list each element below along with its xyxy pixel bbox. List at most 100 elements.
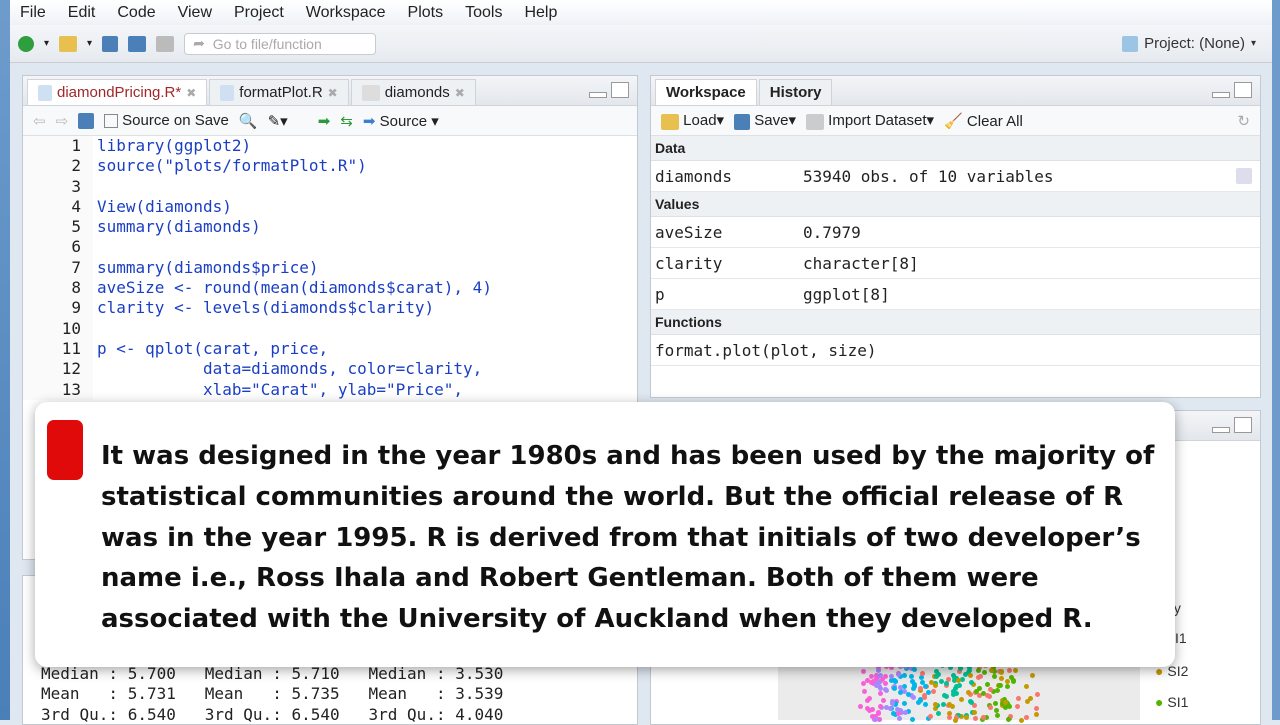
plot-point [987,704,993,710]
plot-point [933,674,939,680]
go-to-file-input[interactable]: ➦ Go to file/function [184,32,377,55]
menu-edit[interactable]: Edit [68,4,96,22]
menu-workspace[interactable]: Workspace [306,4,386,22]
menu-file[interactable]: File [20,4,46,22]
r-project-icon [1122,35,1139,52]
plot-point [1034,692,1040,698]
line-number: 5 [23,217,93,238]
menu-code[interactable]: Code [117,4,155,22]
workspace-row[interactable]: clarity character[8] [651,248,1260,279]
plot-point [902,688,908,694]
code-line[interactable]: 4 View(diamonds) [23,196,637,218]
run-line-icon[interactable]: ➡ [318,112,331,130]
menu-view[interactable]: View [178,4,212,22]
plot-point [1033,706,1039,712]
code-line[interactable]: 13 xlab="Carat", ylab="Price", [23,379,637,400]
menu-plots[interactable]: Plots [408,4,444,22]
forward-icon[interactable]: ⇨ [56,112,69,130]
code-text: clarity <- levels(diamonds$clarity) [97,298,435,318]
code-line[interactable]: 11 p <- qplot(carat, price, [23,338,637,360]
save-icon [734,113,751,130]
folder-icon [661,113,679,130]
window-controls[interactable] [1212,417,1252,433]
section-values: Values [651,192,1260,217]
code-line[interactable]: 5 summary(diamonds) [23,217,637,238]
source-on-save-checkbox[interactable]: Source on Save [104,112,229,129]
section-functions: Functions [651,310,1260,335]
tab-workspace[interactable]: Workspace [655,79,757,105]
code-line[interactable]: 1 library(ggplot2) [23,136,637,157]
menu-project[interactable]: Project [234,4,284,22]
code-editor[interactable]: 1 library(ggplot2) 2 source("plots/formatPl… [23,136,637,400]
code-text: View(diamonds) [97,196,232,216]
plot-point [897,690,903,696]
save-all-icon[interactable] [128,35,147,52]
code-line[interactable]: 3 [23,176,637,197]
plot-point [1018,717,1024,723]
new-file-icon[interactable] [18,35,34,52]
plot-point [912,666,918,672]
red-marker [47,420,83,480]
close-icon[interactable]: ✖ [455,86,465,100]
plot-point [921,692,927,698]
plot-point [968,679,974,685]
console-line: 3rd Qu.: 6.540 3rd Qu.: 6.540 3rd Qu.: 4… [41,704,504,724]
minimize-icon [1212,427,1230,433]
plot-point [1010,677,1016,683]
save-icon[interactable] [78,112,95,129]
rerun-icon[interactable]: ⇆ [340,112,353,130]
code-line[interactable]: 12 data=diamonds, color=clarity, [23,359,637,380]
plot-point [861,669,867,675]
plot-point [877,690,883,696]
refresh-icon[interactable]: ↻ [1237,112,1250,130]
search-icon[interactable]: 🔍 [239,112,258,130]
workspace-pane: Workspace History Load▾ Save▾ Import Dat… [650,75,1261,398]
minimize-icon [1212,92,1230,98]
import-dataset-button[interactable]: Import Dataset▾ [805,111,934,130]
open-folder-icon[interactable] [59,35,78,52]
magic-wand-icon[interactable]: ✎▾ [268,112,288,130]
workspace-row[interactable]: format.plot(plot, size) [651,335,1260,366]
save-button[interactable]: Save▾ [734,111,796,130]
tab-formatplot[interactable]: formatPlot.R ✖ [209,79,349,105]
back-icon[interactable]: ⇦ [33,112,46,130]
code-line[interactable]: 2 source("plots/formatPlot.R") [23,156,637,177]
code-line[interactable]: 6 [23,237,637,258]
window-controls[interactable] [589,82,629,98]
plot-point [916,700,922,706]
code-line[interactable]: 9 clarity <- levels(diamonds$clarity) [23,298,637,319]
workspace-row[interactable]: diamonds 53940 obs. of 10 variables [651,161,1260,192]
tab-diamonds[interactable]: diamonds ✖ [350,79,476,105]
plot-point [908,673,914,679]
save-icon[interactable] [102,35,119,52]
source-toolbar: ⇦ ⇨ Source on Save 🔍 ✎▾ ➡ ⇆ ➡ Source ▾ [23,106,637,136]
close-icon[interactable]: ✖ [186,86,196,100]
plot-point [976,685,982,691]
project-menu[interactable]: Project: (None) ▾ [1122,35,1256,52]
load-button[interactable]: Load▾ [661,111,724,130]
code-line[interactable]: 7 summary(diamonds$price) [23,257,637,279]
close-icon[interactable]: ✖ [328,86,338,100]
code-line[interactable]: 8 aveSize <- round(mean(diamonds$carat), … [23,278,637,299]
tab-diamondpricing[interactable]: diamondPricing.R* ✖ [27,79,208,105]
menu-tools[interactable]: Tools [465,4,502,22]
workspace-row[interactable]: aveSize 0.7979 [651,217,1260,248]
code-text: p <- qplot(carat, price, [97,338,329,358]
plot-point [923,701,929,707]
code-line[interactable]: 10 [23,318,637,339]
plot-point [1002,700,1008,706]
source-button[interactable]: ➡ Source ▾ [363,112,439,130]
tab-history[interactable]: History [758,79,833,105]
plot-point [1004,678,1010,684]
clear-all-button[interactable]: 🧹 Clear All [944,112,1023,130]
code-text: summary(diamonds$price) [97,257,319,277]
legend-item: I1 [1175,630,1187,646]
menu-help[interactable]: Help [524,4,557,22]
source-tabs: diamondPricing.R* ✖ formatPlot.R ✖ diamond… [23,76,637,106]
print-icon[interactable] [156,35,175,52]
plot-point [950,691,956,697]
workspace-row[interactable]: p ggplot[8] [651,279,1260,310]
window-controls[interactable] [1212,82,1252,98]
